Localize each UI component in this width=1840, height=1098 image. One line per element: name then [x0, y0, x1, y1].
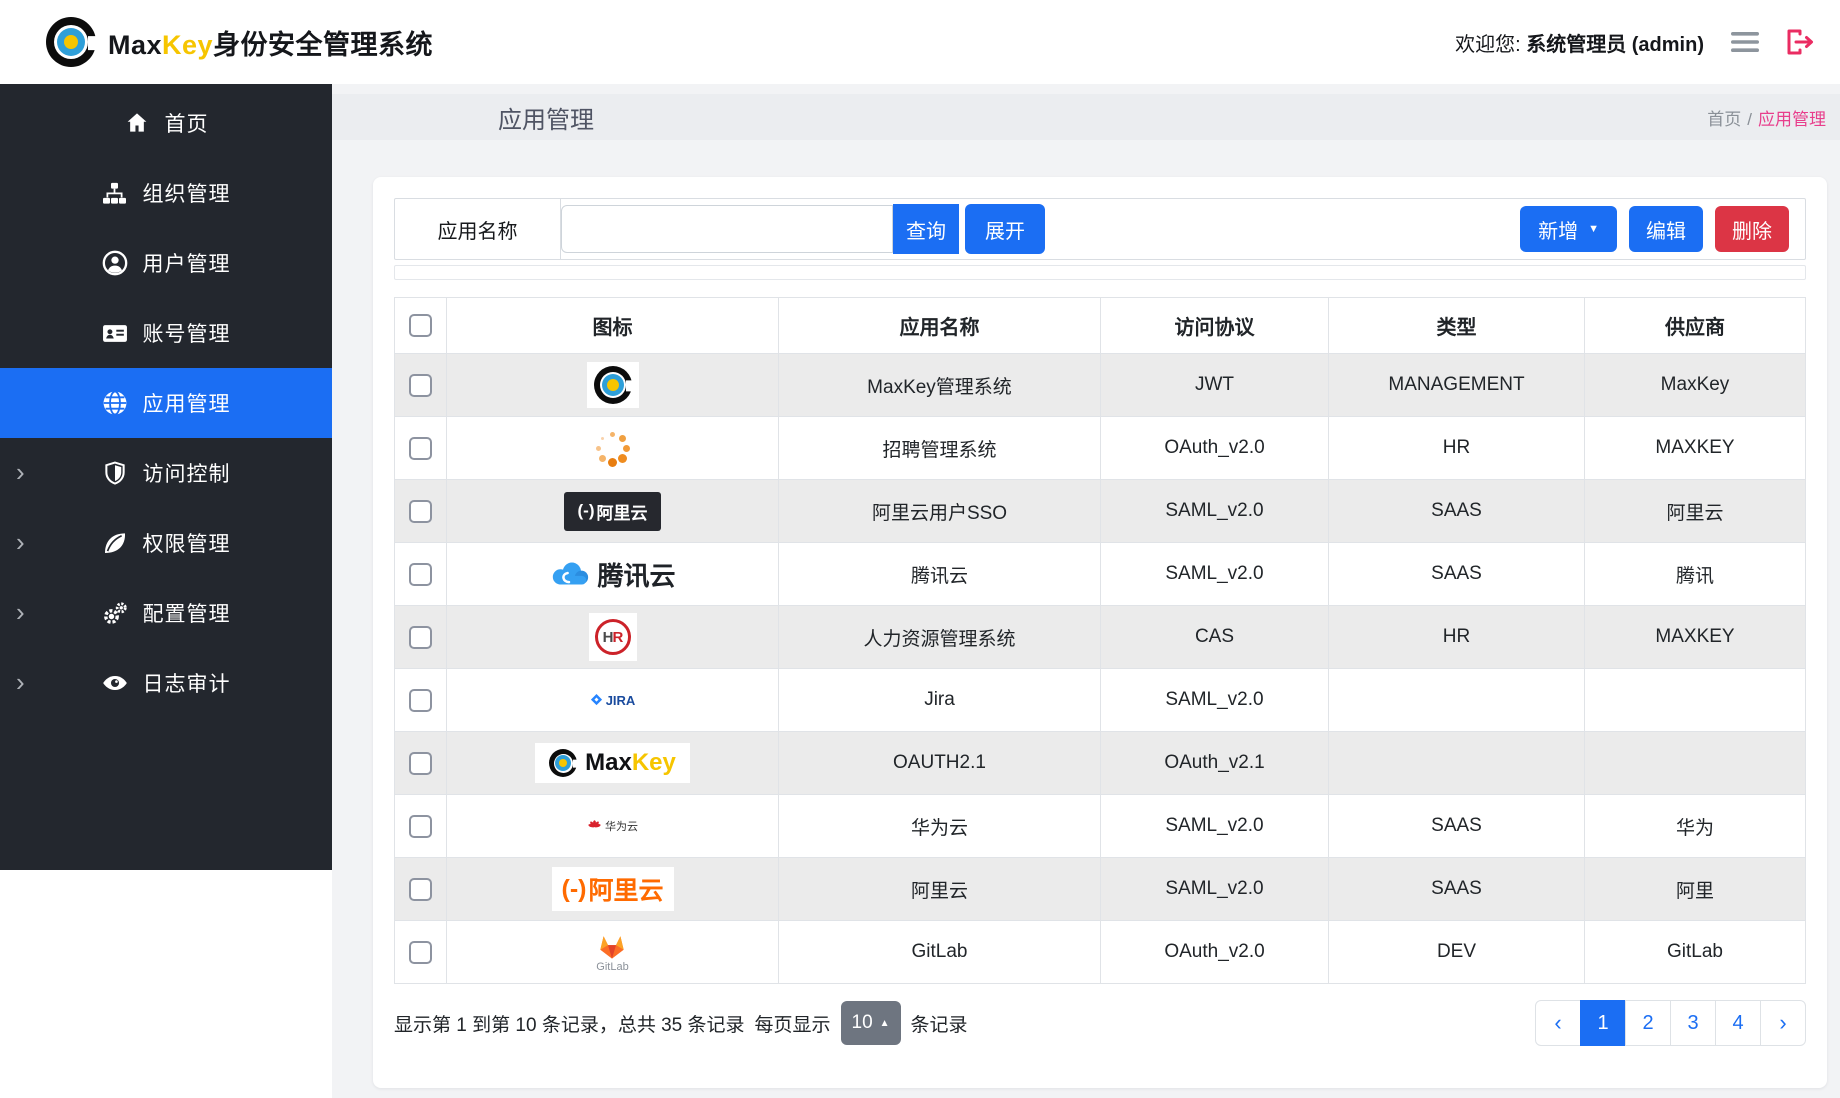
app-logo-aliyun-dark: (-)阿里云	[564, 492, 662, 531]
query-button[interactable]: 查询	[893, 204, 959, 254]
pagination-bar: 显示第 1 到第 10 条记录，总共 35 条记录 每页显示 10▲ 条记录 ‹…	[394, 1000, 1806, 1046]
globe-icon	[102, 390, 128, 416]
user-circle-icon	[102, 250, 128, 276]
sidebar-item-apps[interactable]: 应用管理	[0, 368, 332, 438]
id-card-icon	[102, 320, 128, 346]
breadcrumb-home[interactable]: 首页	[1707, 110, 1741, 129]
row-checkbox[interactable]	[409, 815, 432, 838]
col-header-name: 应用名称	[779, 298, 1101, 354]
col-header-vendor: 供应商	[1585, 298, 1806, 354]
leaf-icon	[102, 530, 128, 556]
logout-icon[interactable]	[1786, 29, 1814, 55]
app-logo-maxkey	[587, 362, 639, 408]
next-page-button[interactable]: ›	[1760, 1000, 1806, 1046]
app-logo-spinner	[590, 427, 636, 469]
content-card: 应用名称 查询 展开 新增▼ 编辑 删除 图标	[373, 177, 1827, 1088]
sidebar-item-org[interactable]: 组织管理	[0, 158, 332, 228]
table-toolbar	[394, 265, 1806, 280]
sitemap-icon	[102, 180, 128, 206]
app-title: MaxKey身份安全管理系统	[108, 23, 433, 62]
sidebar-item-user[interactable]: 用户管理	[0, 228, 332, 298]
brand: MaxKey身份安全管理系统	[46, 17, 433, 67]
per-page-suffix: 条记录	[911, 1010, 968, 1037]
row-checkbox[interactable]	[409, 563, 432, 586]
sidebar-item-access[interactable]: › 访问控制	[0, 438, 332, 508]
page-button-3[interactable]: 3	[1670, 1000, 1716, 1046]
table-row[interactable]: HR 人力资源管理系统 CAS HR MAXKEY	[395, 606, 1806, 669]
app-logo-jira: JIRA	[584, 690, 642, 711]
col-header-protocol: 访问协议	[1101, 298, 1329, 354]
table-row[interactable]: MaxKey OAUTH2.1 OAuth_v2.1	[395, 732, 1806, 795]
table-row[interactable]: 腾讯云 腾讯云 SAML_v2.0 SAAS 腾讯	[395, 543, 1806, 606]
sidebar-item-home[interactable]: 首页	[0, 88, 332, 158]
page-button-1[interactable]: 1	[1580, 1000, 1626, 1046]
menu-hamburger-icon[interactable]	[1730, 31, 1760, 53]
per-page-prefix: 每页显示	[755, 1010, 831, 1037]
search-bar: 应用名称 查询 展开 新增▼ 编辑 删除	[394, 198, 1806, 260]
app-logo-tencent-cloud: 腾讯云	[549, 556, 675, 593]
row-checkbox[interactable]	[409, 941, 432, 964]
table-row[interactable]: JIRA Jira SAML_v2.0	[395, 669, 1806, 732]
sidebar: 首页 组织管理 用户管理 账号管理	[0, 84, 332, 1098]
home-icon	[124, 110, 150, 136]
sidebar-item-account[interactable]: 账号管理	[0, 298, 332, 368]
col-header-icon: 图标	[447, 298, 779, 354]
record-summary: 显示第 1 到第 10 条记录，总共 35 条记录	[394, 1010, 745, 1037]
table-row[interactable]: (-)阿里云 阿里云用户SSO SAML_v2.0 SAAS 阿里云	[395, 480, 1806, 543]
chevron-right-icon: ›	[16, 669, 25, 695]
maxkey-logo-icon	[46, 17, 96, 67]
gears-icon	[102, 600, 128, 626]
select-all-checkbox[interactable]	[409, 314, 432, 337]
row-checkbox[interactable]	[409, 689, 432, 712]
search-field-label: 应用名称	[395, 199, 561, 259]
row-checkbox[interactable]	[409, 626, 432, 649]
page-buttons: ‹ 1 2 3 4 ›	[1535, 1000, 1806, 1046]
apps-table: 图标 应用名称 访问协议 类型 供应商	[394, 297, 1806, 984]
row-checkbox[interactable]	[409, 878, 432, 901]
chevron-right-icon: ›	[16, 529, 25, 555]
app-logo-gitlab: GitLab	[596, 932, 628, 973]
delete-button[interactable]: 删除	[1715, 206, 1789, 252]
app-name-input[interactable]	[561, 205, 893, 253]
table-row[interactable]: 华为云 华为云 SAML_v2.0 SAAS 华为	[395, 795, 1806, 858]
chevron-right-icon: ›	[16, 599, 25, 625]
top-navbar: MaxKey身份安全管理系统 欢迎您: 系统管理员 (admin)	[0, 0, 1840, 84]
page-header-band: 应用管理 首页/应用管理	[332, 94, 1840, 140]
app-logo-hr: HR	[589, 613, 637, 661]
table-row[interactable]: MaxKey管理系统 JWT MANAGEMENT MaxKey	[395, 354, 1806, 417]
expand-button[interactable]: 展开	[965, 204, 1045, 254]
sidebar-item-permission[interactable]: › 权限管理	[0, 508, 332, 578]
page-size-dropdown[interactable]: 10▲	[841, 1001, 901, 1045]
table-row[interactable]: 招聘管理系统 OAuth_v2.0 HR MAXKEY	[395, 417, 1806, 480]
row-checkbox[interactable]	[409, 752, 432, 775]
shield-icon	[102, 460, 128, 486]
welcome-text: 欢迎您: 系统管理员 (admin)	[1455, 28, 1704, 57]
breadcrumb: 首页/应用管理	[1707, 105, 1840, 130]
breadcrumb-current: 应用管理	[1758, 110, 1826, 129]
app-logo-huawei-cloud: 华为云	[581, 814, 644, 838]
page-button-4[interactable]: 4	[1715, 1000, 1761, 1046]
app-logo-maxkey-text: MaxKey	[535, 743, 690, 783]
edit-button[interactable]: 编辑	[1629, 206, 1703, 252]
add-button[interactable]: 新增▼	[1520, 206, 1617, 252]
sidebar-item-config[interactable]: › 配置管理	[0, 578, 332, 648]
table-header-row: 图标 应用名称 访问协议 类型 供应商	[395, 298, 1806, 354]
app-logo-aliyun-orange: (-)阿里云	[552, 867, 674, 911]
row-checkbox[interactable]	[409, 374, 432, 397]
row-checkbox[interactable]	[409, 437, 432, 460]
row-checkbox[interactable]	[409, 500, 432, 523]
chevron-right-icon: ›	[16, 459, 25, 485]
col-header-type: 类型	[1329, 298, 1585, 354]
table-row[interactable]: (-)阿里云 阿里云 SAML_v2.0 SAAS 阿里	[395, 858, 1806, 921]
eye-icon	[102, 670, 128, 696]
page-button-2[interactable]: 2	[1625, 1000, 1671, 1046]
prev-page-button[interactable]: ‹	[1535, 1000, 1581, 1046]
caret-up-icon: ▲	[880, 1018, 890, 1029]
caret-down-icon: ▼	[1588, 224, 1599, 235]
table-row[interactable]: GitLab GitLab OAuth_v2.0 DEV GitLab	[395, 921, 1806, 984]
page-title: 应用管理	[332, 100, 594, 135]
sidebar-item-audit[interactable]: › 日志审计	[0, 648, 332, 718]
